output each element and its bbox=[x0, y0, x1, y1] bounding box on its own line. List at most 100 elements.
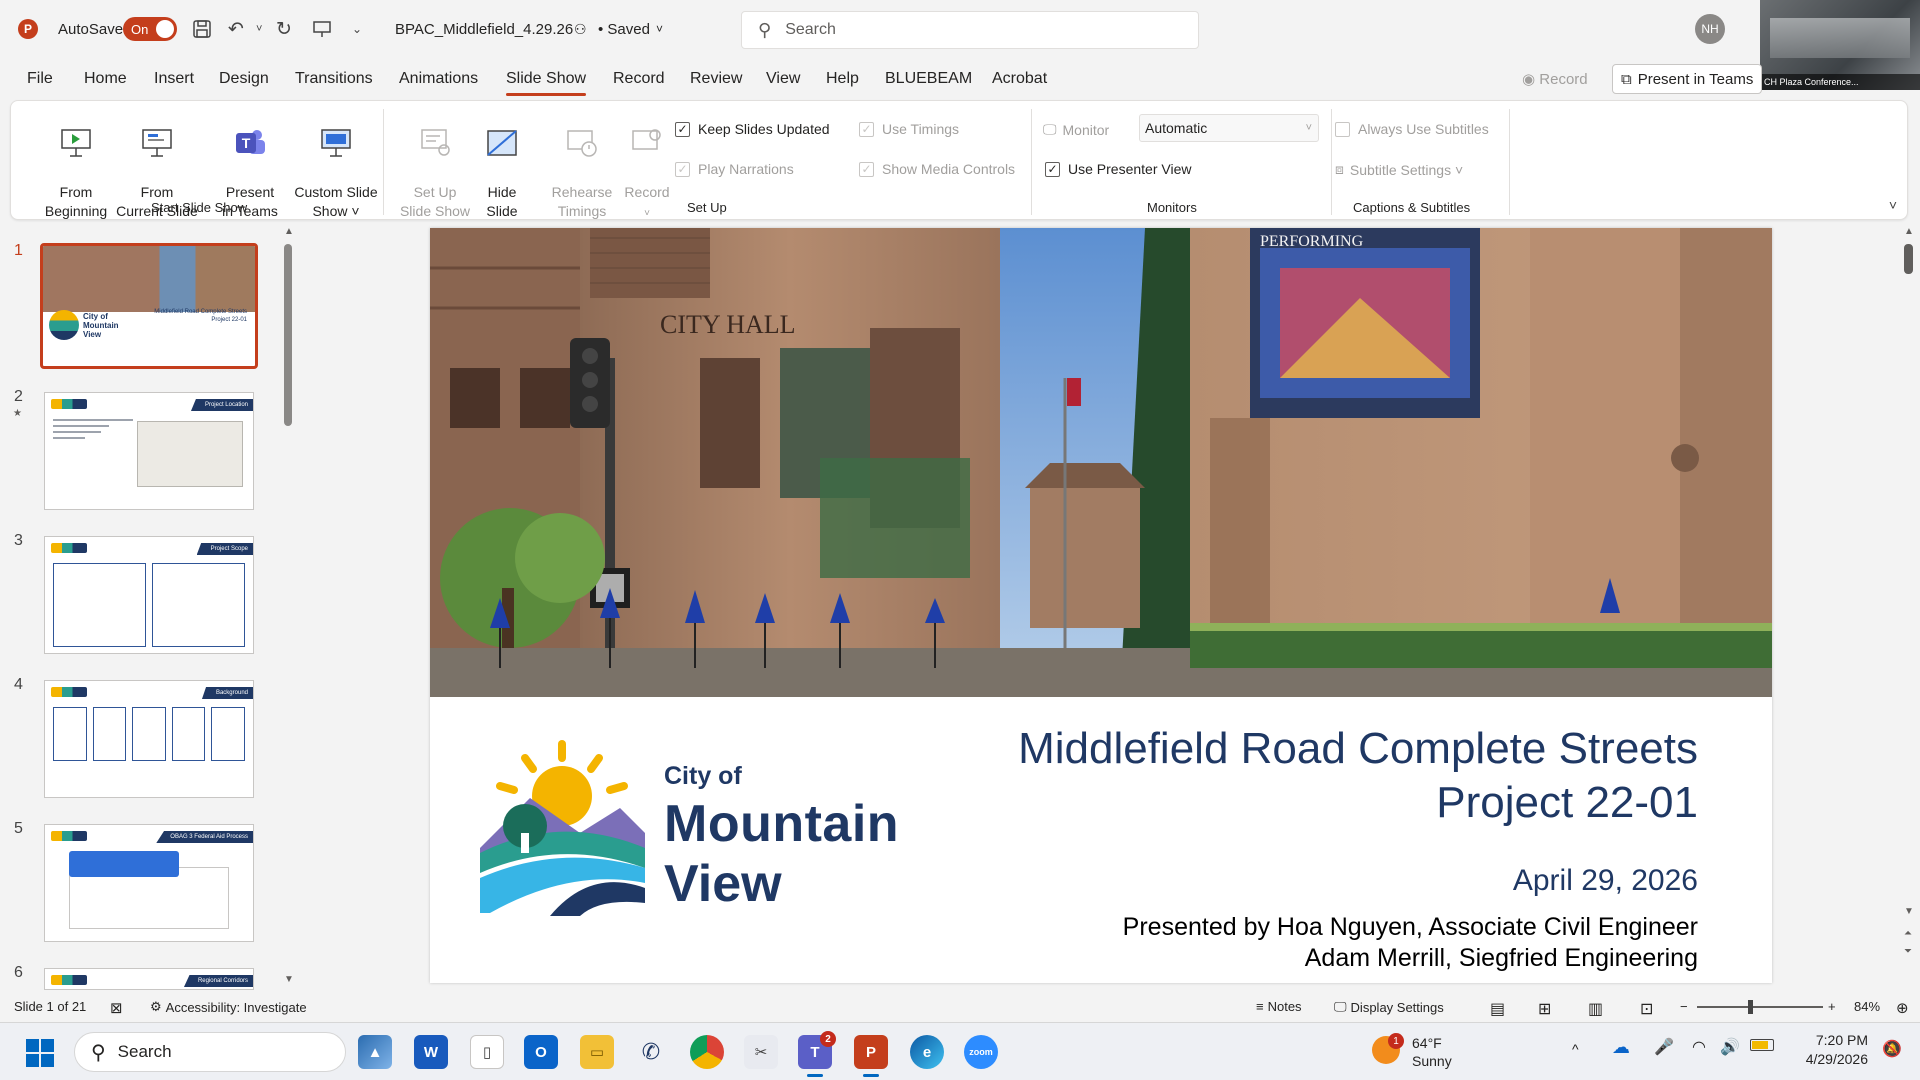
notifications-icon[interactable]: 🔕 bbox=[1882, 1039, 1902, 1059]
tab-help[interactable]: Help bbox=[826, 70, 859, 88]
custom-slide-show-button[interactable]: Custom Slide Show ˅ bbox=[281, 107, 391, 221]
battery-icon[interactable] bbox=[1750, 1039, 1774, 1051]
tab-home[interactable]: Home bbox=[84, 70, 127, 88]
always-use-subtitles-checkbox[interactable]: Always Use Subtitles bbox=[1335, 121, 1489, 137]
thumbnail-slide-6[interactable]: Regional Corridors bbox=[44, 968, 254, 990]
slide-show-view-icon[interactable]: ⊡ bbox=[1640, 999, 1653, 1019]
slide-sorter-icon[interactable]: ⊞ bbox=[1538, 999, 1551, 1019]
tab-design[interactable]: Design bbox=[219, 70, 269, 88]
scrollbar-thumb[interactable] bbox=[1904, 244, 1913, 274]
monitor-dropdown-value: Automatic bbox=[1145, 120, 1208, 136]
reading-view-icon[interactable]: ▥ bbox=[1588, 999, 1603, 1019]
thumbnail-slide-3[interactable]: Project Scope bbox=[44, 536, 254, 654]
thumbnail-slide-1[interactable]: City of Mountain View Middlefield Road Com… bbox=[40, 243, 258, 369]
tab-review[interactable]: Review bbox=[690, 70, 742, 88]
undo-dropdown-icon[interactable]: ˅ bbox=[256, 0, 262, 58]
record-button[interactable]: ◉ Record bbox=[1522, 70, 1588, 88]
display-settings-button[interactable]: 🖵 Display Settings bbox=[1334, 999, 1444, 1015]
zoom-slider-thumb[interactable] bbox=[1748, 1000, 1753, 1014]
tab-transitions[interactable]: Transitions bbox=[295, 70, 373, 88]
tab-record[interactable]: Record bbox=[613, 70, 665, 88]
thumbnail-slide-5[interactable]: OBAG 3 Federal Aid Process bbox=[44, 824, 254, 942]
from-beginning-button[interactable]: From Beginning bbox=[41, 107, 111, 221]
file-explorer-icon[interactable]: ▭ bbox=[580, 1035, 614, 1069]
notes-button[interactable]: ≡ Notes bbox=[1256, 999, 1302, 1014]
save-status[interactable]: • Saved ˅ bbox=[598, 0, 663, 58]
subtitle-settings-button[interactable]: ⧈ Subtitle Settings ˅ bbox=[1335, 161, 1463, 178]
chrome-app-icon[interactable] bbox=[690, 1035, 724, 1069]
show-hidden-icons[interactable]: ^ bbox=[1572, 1041, 1579, 1057]
taskbar-search[interactable]: ⚲ Search bbox=[74, 1032, 346, 1072]
file-app-icon[interactable]: ▯ bbox=[470, 1035, 504, 1069]
thumbnail-slide-4[interactable]: Background bbox=[44, 680, 254, 798]
weather-widget[interactable]: 1 64°F Sunny bbox=[1372, 1031, 1512, 1073]
next-slide-icon[interactable]: ⏷ bbox=[1904, 946, 1912, 957]
edge-app-icon[interactable]: e bbox=[910, 1035, 944, 1069]
fit-slide-icon[interactable]: ⊕ bbox=[1896, 999, 1909, 1017]
start-from-beginning-qat-icon[interactable] bbox=[312, 0, 332, 58]
tab-bluebeam[interactable]: BLUEBEAM bbox=[885, 70, 972, 88]
outlook-app-icon[interactable]: O bbox=[524, 1035, 558, 1069]
scroll-down-icon[interactable]: ▼ bbox=[1904, 906, 1914, 917]
accessibility-button[interactable]: ⚙ Accessibility: Investigate bbox=[150, 999, 307, 1015]
monitor-dropdown[interactable]: Automatic ˅ bbox=[1139, 114, 1319, 142]
snipping-tool-icon[interactable]: ✂ bbox=[744, 1035, 778, 1069]
record-ribbon-button[interactable]: Record ˅ bbox=[621, 107, 673, 223]
user-avatar[interactable]: NH bbox=[1695, 14, 1725, 44]
slide-presenters[interactable]: Presented by Hoa Nguyen, Associate Civil… bbox=[1123, 912, 1698, 974]
scrollbar-thumb[interactable] bbox=[284, 244, 292, 426]
previous-slide-icon[interactable]: ⏶ bbox=[1904, 928, 1912, 939]
tab-insert[interactable]: Insert bbox=[154, 70, 194, 88]
tab-view[interactable]: View bbox=[766, 70, 800, 88]
slide-date[interactable]: April 29, 2026 bbox=[1513, 864, 1698, 898]
slide-title[interactable]: Middlefield Road Complete Streets Projec… bbox=[1018, 722, 1698, 830]
use-timings-checkbox[interactable]: ✓ Use Timings bbox=[859, 121, 959, 137]
autosave-toggle[interactable]: On bbox=[123, 0, 177, 58]
collapse-ribbon-icon[interactable]: ˅ bbox=[1889, 197, 1897, 213]
powerpoint-app-icon[interactable]: P bbox=[854, 1035, 888, 1077]
slide-scrollbar[interactable]: ▲ ▼ ⏶ ⏷ bbox=[1902, 226, 1916, 966]
thumbnail-scrollbar[interactable]: ▲ ▼ bbox=[282, 226, 296, 986]
teams-video-window[interactable]: CH Plaza Conference... bbox=[1760, 0, 1920, 90]
thumbnail-slide-2[interactable]: Project Location bbox=[44, 392, 254, 510]
zoom-out-icon[interactable]: − bbox=[1680, 999, 1688, 1014]
zoom-level[interactable]: 84% bbox=[1854, 999, 1880, 1014]
phone-app-icon[interactable]: ✆ bbox=[634, 1035, 668, 1069]
windows-start-icon[interactable] bbox=[26, 1039, 54, 1067]
clock[interactable]: 7:20 PM 4/29/2026 bbox=[1792, 1032, 1868, 1067]
set-up-slide-show-button[interactable]: Set Up Slide Show bbox=[395, 107, 475, 221]
tab-file[interactable]: File bbox=[27, 70, 53, 88]
save-icon[interactable] bbox=[192, 0, 212, 58]
teams-app-icon[interactable]: T2 bbox=[798, 1031, 836, 1077]
slide-canvas[interactable]: CITY HALL PERFORMING City of Mountain Vi… bbox=[430, 228, 1772, 983]
scroll-up-icon[interactable]: ▲ bbox=[1904, 226, 1914, 237]
keep-slides-updated-checkbox[interactable]: ✓ Keep Slides Updated bbox=[675, 121, 830, 137]
photos-app-icon[interactable]: ▲ bbox=[358, 1035, 392, 1069]
zoom-in-icon[interactable]: + bbox=[1828, 999, 1836, 1014]
wifi-icon[interactable]: ◠ bbox=[1692, 1037, 1706, 1057]
onedrive-icon[interactable]: ☁ bbox=[1612, 1037, 1630, 1058]
redo-icon[interactable]: ↻ bbox=[276, 0, 292, 58]
present-in-teams-button[interactable]: ⧉ Present in Teams bbox=[1612, 64, 1762, 94]
customize-qat-icon[interactable]: ⌄ bbox=[352, 0, 362, 58]
tab-acrobat[interactable]: Acrobat bbox=[992, 70, 1047, 88]
use-presenter-view-checkbox[interactable]: ✓ Use Presenter View bbox=[1045, 161, 1191, 177]
tab-animations[interactable]: Animations bbox=[399, 70, 478, 88]
show-media-controls-checkbox[interactable]: ✓ Show Media Controls bbox=[859, 161, 1015, 177]
hide-slide-button[interactable]: Hide Slide bbox=[477, 107, 527, 221]
normal-view-icon[interactable]: ▤ bbox=[1490, 999, 1505, 1019]
microphone-icon[interactable]: 🎤 bbox=[1654, 1037, 1674, 1057]
document-name[interactable]: BPAC_Middlefield_4.29.26 bbox=[395, 0, 573, 58]
search-input[interactable]: ⚲ Search bbox=[741, 11, 1199, 49]
rehearse-timings-button[interactable]: Rehearse Timings bbox=[543, 107, 621, 221]
zoom-slider[interactable] bbox=[1697, 1006, 1823, 1008]
tab-slide-show[interactable]: Slide Show bbox=[506, 70, 587, 96]
spelling-check-icon[interactable]: ⊠ bbox=[110, 999, 123, 1017]
undo-icon[interactable]: ↶ bbox=[228, 0, 244, 58]
scroll-down-icon[interactable]: ▼ bbox=[284, 974, 294, 985]
volume-icon[interactable]: 🔊 bbox=[1720, 1037, 1740, 1057]
play-narrations-checkbox[interactable]: ✓ Play Narrations bbox=[675, 161, 794, 177]
scroll-up-icon[interactable]: ▲ bbox=[284, 226, 294, 237]
word-app-icon[interactable]: W bbox=[414, 1035, 448, 1069]
zoom-app-icon[interactable]: zoom bbox=[964, 1035, 998, 1069]
